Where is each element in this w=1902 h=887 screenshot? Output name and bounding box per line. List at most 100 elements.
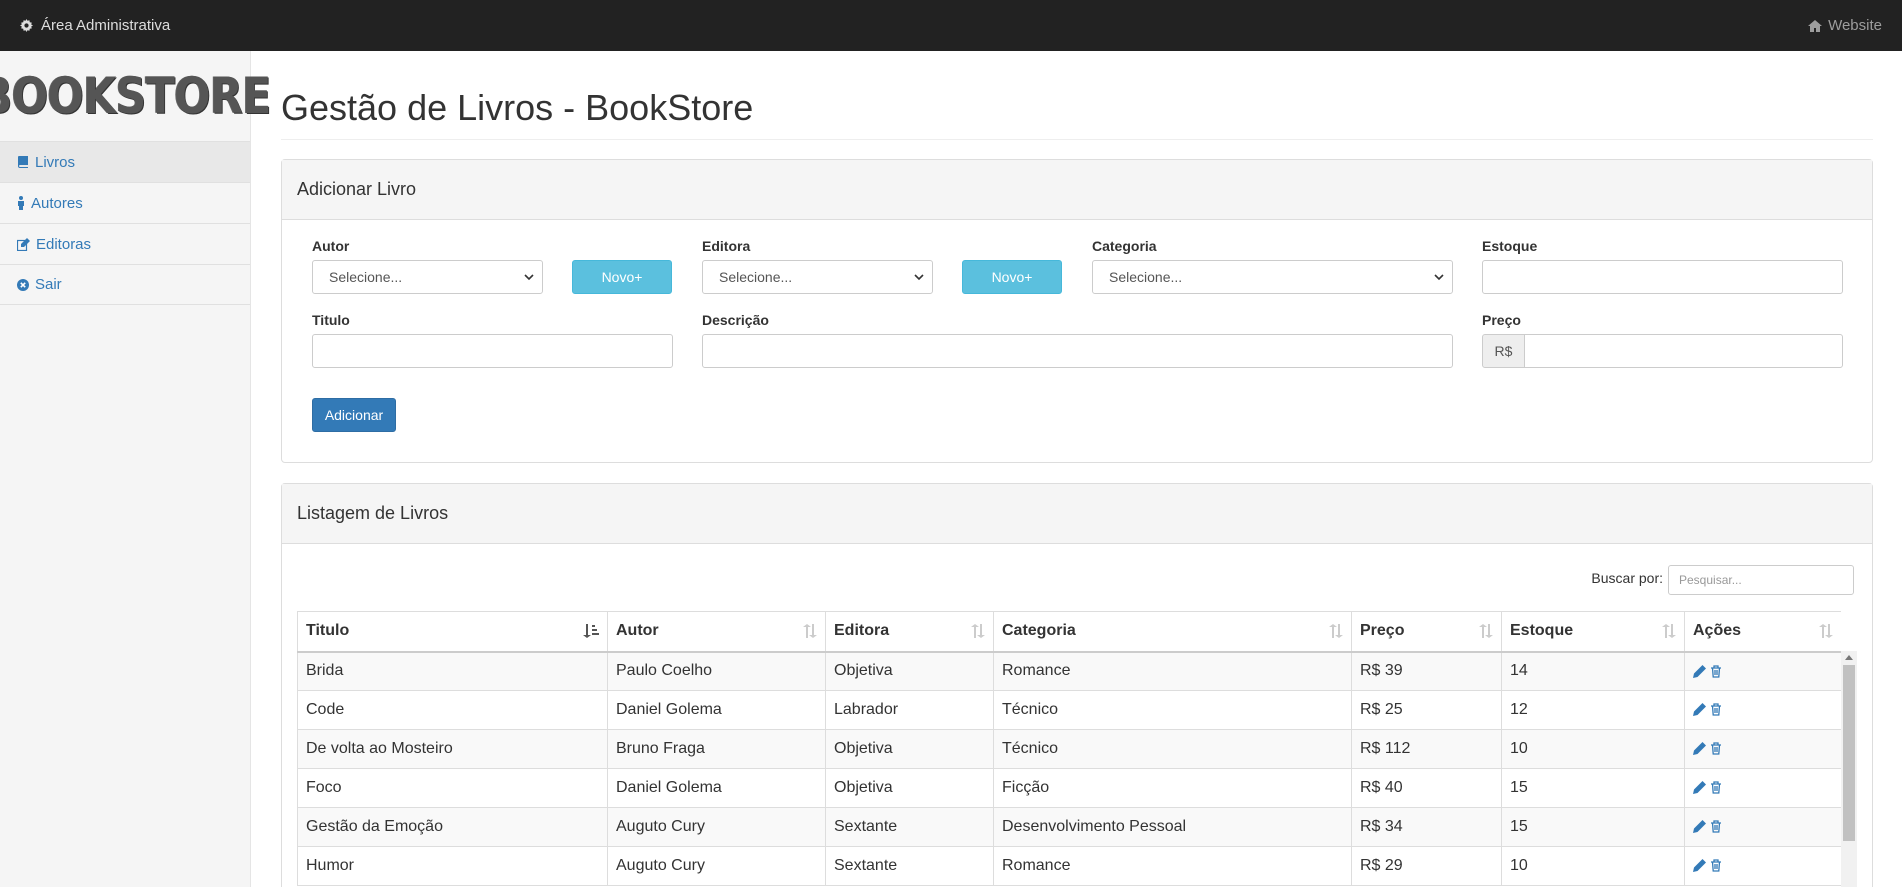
- editora-label: Editora: [702, 238, 751, 254]
- search-input[interactable]: Pesquisar...: [1668, 565, 1854, 595]
- column-header-autor[interactable]: Autor: [607, 611, 826, 653]
- table-body: Brida Paulo Coelho Objetiva Romance R$ 39 14 C…: [297, 651, 1841, 886]
- sidebar-item-autores[interactable]: Autores: [0, 182, 250, 223]
- column-header-label: Autor: [616, 622, 659, 640]
- descricao-input[interactable]: [702, 334, 1453, 368]
- cell-editora: Objetiva: [825, 729, 994, 769]
- book-list-panel: Listagem de Livros Buscar por: Pesquisar…: [281, 483, 1873, 887]
- scrollbar-thumb[interactable]: [1843, 665, 1855, 841]
- search-label: Buscar por:: [1591, 570, 1663, 586]
- pencil-icon[interactable]: [1693, 664, 1706, 678]
- categoria-select[interactable]: Selecione...: [1092, 260, 1453, 294]
- autor-select[interactable]: Selecione...: [312, 260, 543, 294]
- column-header-preco[interactable]: Preço: [1351, 611, 1502, 653]
- autor-label: Autor: [312, 238, 350, 254]
- cell-autor: Auguto Cury: [607, 807, 826, 847]
- new-publisher-button[interactable]: Novo+: [962, 260, 1062, 294]
- editora-select-value: Selecione...: [719, 269, 793, 285]
- table-row: Gestão da Emoção Auguto Cury Sextante Desen…: [297, 807, 1841, 847]
- sidebar-item-label: Sair: [35, 276, 62, 293]
- cell-autor: Bruno Fraga: [607, 729, 826, 769]
- column-header-acoes[interactable]: Ações: [1684, 611, 1841, 653]
- cell-acoes: [1684, 729, 1841, 769]
- sort-icon: [1819, 624, 1833, 638]
- cell-autor: Daniel Golema: [607, 690, 826, 730]
- cell-categoria: Técnico: [993, 690, 1352, 730]
- sort-icon: [1662, 624, 1676, 638]
- website-link[interactable]: Website: [1808, 0, 1882, 51]
- column-header-titulo[interactable]: Titulo: [297, 611, 608, 653]
- cell-editora: Sextante: [825, 807, 994, 847]
- trash-icon[interactable]: [1710, 781, 1722, 794]
- cell-preco: R$ 40: [1351, 768, 1502, 808]
- descricao-label: Descrição: [702, 312, 769, 328]
- sort-icon: [1479, 624, 1493, 638]
- pencil-icon[interactable]: [1693, 781, 1706, 795]
- cell-acoes: [1684, 846, 1841, 886]
- cell-editora: Objetiva: [825, 651, 994, 691]
- cell-acoes: [1684, 807, 1841, 847]
- sidebar-item-editoras[interactable]: Editoras: [0, 223, 250, 264]
- cell-estoque: 10: [1501, 846, 1685, 886]
- column-header-label: Categoria: [1002, 622, 1076, 640]
- cell-titulo: Foco: [297, 768, 608, 808]
- cell-titulo: Code: [297, 690, 608, 730]
- pencil-icon[interactable]: [1693, 703, 1706, 717]
- trash-icon[interactable]: [1710, 703, 1722, 716]
- column-header-editora[interactable]: Editora: [825, 611, 994, 653]
- pencil-icon[interactable]: [1693, 859, 1706, 873]
- titulo-input[interactable]: [312, 334, 673, 368]
- main-content: Gestão de Livros - BookStore Adicionar L…: [251, 51, 1902, 887]
- sidebar-item-label: Autores: [31, 194, 83, 212]
- sort-icon: [803, 624, 817, 638]
- close-circle-icon: [17, 278, 29, 291]
- sidebar-item-livros[interactable]: Livros: [0, 141, 250, 182]
- column-header-estoque[interactable]: Estoque: [1501, 611, 1685, 653]
- cell-titulo: Brida: [297, 651, 608, 691]
- trash-icon[interactable]: [1710, 859, 1722, 872]
- page-title: Gestão de Livros - BookStore: [281, 87, 1873, 140]
- cell-editora: Labrador: [825, 690, 994, 730]
- pencil-icon[interactable]: [1693, 742, 1706, 756]
- trash-icon[interactable]: [1710, 742, 1722, 755]
- table-row: Code Daniel Golema Labrador Técnico R$ 25 12: [297, 690, 1841, 730]
- estoque-input[interactable]: [1482, 260, 1843, 294]
- autor-select-value: Selecione...: [329, 269, 403, 285]
- pencil-icon[interactable]: [1693, 820, 1706, 834]
- add-book-heading: Adicionar Livro: [282, 160, 1872, 220]
- cell-editora: Sextante: [825, 846, 994, 886]
- column-header-label: Editora: [834, 622, 890, 640]
- preco-input[interactable]: [1524, 334, 1843, 368]
- website-label: Website: [1828, 17, 1882, 34]
- column-header-label: Estoque: [1510, 622, 1574, 640]
- table-scrollbar[interactable]: [1841, 651, 1857, 887]
- admin-area-link[interactable]: Área Administrativa: [20, 0, 170, 51]
- sidebar-item-sair[interactable]: Sair: [0, 264, 250, 305]
- new-author-button[interactable]: Novo+: [572, 260, 672, 294]
- scroll-up-arrow[interactable]: [1845, 655, 1853, 660]
- cell-estoque: 15: [1501, 768, 1685, 808]
- preco-label: Preço: [1482, 312, 1521, 328]
- trash-icon[interactable]: [1710, 664, 1722, 678]
- table-row: Humor Auguto Cury Sextante Romance R$ 29 10: [297, 846, 1841, 886]
- column-header-label: Titulo: [306, 622, 350, 640]
- categoria-label: Categoria: [1092, 238, 1157, 254]
- chevron-down-icon: [1434, 274, 1444, 281]
- table-row: Brida Paulo Coelho Objetiva Romance R$ 39 14: [297, 651, 1841, 691]
- editora-select[interactable]: Selecione...: [702, 260, 933, 294]
- cell-preco: R$ 25: [1351, 690, 1502, 730]
- column-header-label: Preço: [1360, 622, 1405, 640]
- cell-titulo: Humor: [297, 846, 608, 886]
- cell-acoes: [1684, 690, 1841, 730]
- cell-autor: Auguto Cury: [607, 846, 826, 886]
- cell-acoes: [1684, 768, 1841, 808]
- sidebar: BOOKSTORE Livros Autores Editoras Sair: [0, 51, 271, 887]
- cell-estoque: 12: [1501, 690, 1685, 730]
- column-header-categoria[interactable]: Categoria: [993, 611, 1352, 653]
- add-book-button[interactable]: Adicionar: [312, 398, 396, 432]
- sidebar-item-label: Editoras: [36, 235, 92, 253]
- bookstore-logo: BOOKSTORE: [0, 67, 271, 125]
- titulo-label: Titulo: [312, 312, 350, 328]
- cell-categoria: Romance: [993, 651, 1352, 691]
- trash-icon[interactable]: [1710, 820, 1722, 833]
